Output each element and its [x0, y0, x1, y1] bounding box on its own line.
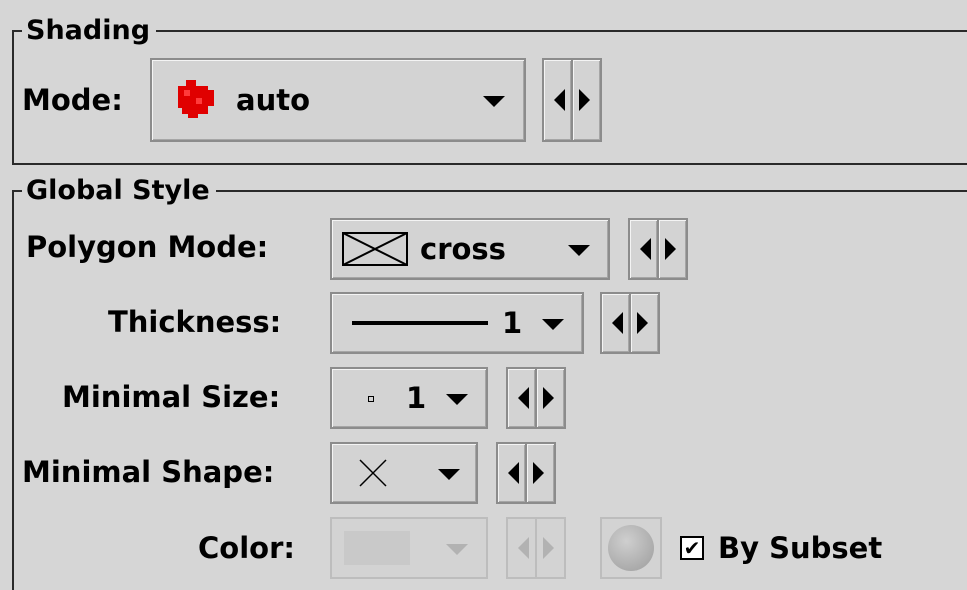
mode-label: Mode:: [22, 83, 123, 117]
arrow-right-icon: [543, 537, 554, 559]
chevron-down-icon: [542, 319, 564, 330]
minimal-shape-label: Minimal Shape:: [22, 455, 275, 489]
chevron-down-icon: [446, 394, 468, 405]
color-combo[interactable]: [330, 517, 488, 579]
x-shape-icon: [359, 459, 387, 487]
line-icon: [352, 321, 488, 325]
mode-combo[interactable]: auto: [150, 58, 526, 142]
thickness-value: 1: [502, 306, 523, 340]
minimal-size-label: Minimal Size:: [62, 380, 281, 414]
arrow-right-icon: [579, 89, 590, 111]
red-blob-icon: [178, 80, 214, 118]
polygon-mode-value: cross: [420, 232, 506, 266]
previous-button[interactable]: [506, 367, 537, 429]
next-button[interactable]: [525, 442, 556, 504]
previous-button[interactable]: [506, 517, 537, 579]
previous-button[interactable]: [628, 218, 659, 280]
color-label: Color:: [198, 531, 295, 565]
thickness-stepper[interactable]: [600, 292, 660, 354]
crossed-box-icon: [342, 232, 408, 266]
next-button[interactable]: [535, 367, 566, 429]
minimal-size-combo[interactable]: 1: [330, 367, 488, 429]
minimal-size-value: 1: [406, 381, 427, 415]
by-subset-label: By Subset: [718, 531, 883, 565]
color-chooser-button[interactable]: [600, 517, 662, 579]
previous-button[interactable]: [600, 292, 631, 354]
arrow-right-icon: [543, 387, 554, 409]
minimal-shape-stepper[interactable]: [496, 442, 556, 504]
chevron-down-icon: [568, 245, 590, 256]
next-button[interactable]: [629, 292, 660, 354]
arrow-left-icon: [554, 89, 565, 111]
mode-stepper[interactable]: [542, 58, 602, 142]
arrow-left-icon: [508, 462, 519, 484]
next-button[interactable]: [657, 218, 688, 280]
arrow-left-icon: [640, 238, 651, 260]
arrow-right-icon: [665, 238, 676, 260]
previous-button[interactable]: [542, 58, 573, 142]
global-style-title: Global Style: [22, 175, 216, 207]
previous-button[interactable]: [496, 442, 527, 504]
arrow-right-icon: [533, 462, 544, 484]
dot-icon: [368, 396, 374, 402]
arrow-left-icon: [518, 537, 529, 559]
next-button[interactable]: [571, 58, 602, 142]
polygon-mode-label: Polygon Mode:: [26, 230, 269, 264]
thickness-label: Thickness:: [108, 305, 282, 339]
arrow-right-icon: [637, 312, 648, 334]
checkmark-icon: ✔: [683, 536, 701, 560]
color-circle-icon: [608, 525, 654, 571]
polygon-mode-stepper[interactable]: [628, 218, 688, 280]
chevron-down-icon: [438, 469, 460, 480]
minimal-shape-combo[interactable]: [330, 442, 478, 504]
polygon-mode-combo[interactable]: cross: [330, 218, 610, 280]
color-swatch: [344, 531, 410, 565]
minimal-size-stepper[interactable]: [506, 367, 566, 429]
color-stepper[interactable]: [506, 517, 566, 579]
shading-title: Shading: [22, 15, 157, 47]
thickness-combo[interactable]: 1: [330, 292, 584, 354]
mode-value: auto: [236, 83, 311, 117]
chevron-down-icon: [483, 96, 505, 107]
chevron-down-icon: [446, 544, 468, 555]
arrow-left-icon: [612, 312, 623, 334]
next-button[interactable]: [535, 517, 566, 579]
by-subset-checkbox[interactable]: ✔: [680, 536, 704, 560]
arrow-left-icon: [518, 387, 529, 409]
